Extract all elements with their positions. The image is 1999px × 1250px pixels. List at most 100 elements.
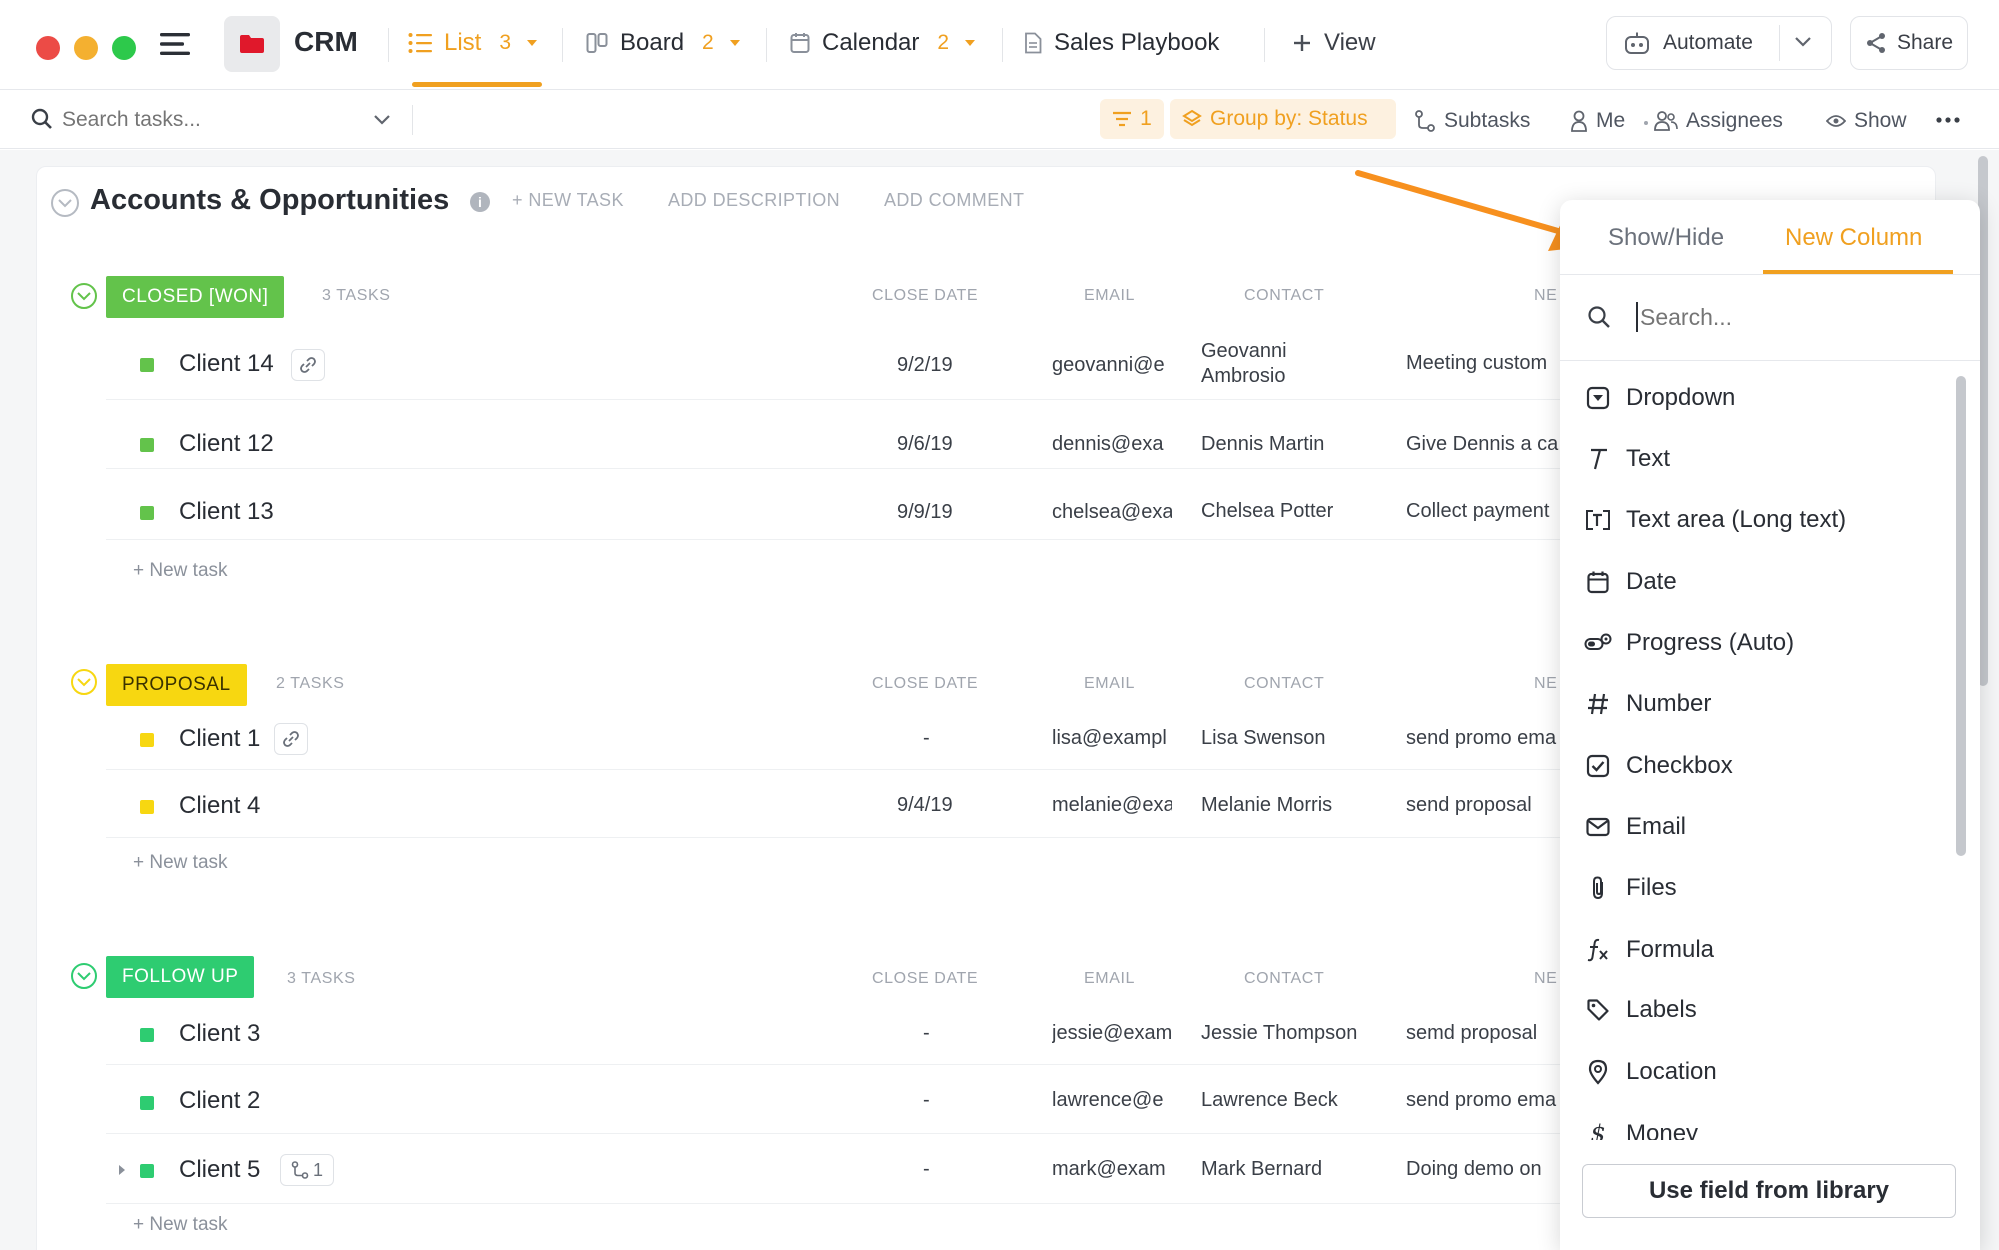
task-next-step[interactable]: Doing demo on xyxy=(1406,1158,1564,1181)
chevron-down-icon[interactable] xyxy=(965,40,976,46)
task-name[interactable]: Client 14 xyxy=(179,350,274,378)
tab-calendar[interactable]: Calendar 2 xyxy=(790,26,976,60)
field-option-text-area[interactable]: Text area (Long text) xyxy=(1584,500,1846,540)
add-view-button[interactable]: View xyxy=(1292,26,1376,60)
status-square[interactable] xyxy=(140,733,154,747)
task-email[interactable]: mark@exam xyxy=(1052,1158,1172,1181)
subtask-count-chip[interactable]: 1 xyxy=(280,1154,334,1186)
chevron-down-icon[interactable] xyxy=(527,40,538,46)
expand-subtasks-icon[interactable] xyxy=(117,1163,127,1177)
add-comment-link[interactable]: ADD COMMENT xyxy=(884,190,1024,211)
field-option-email[interactable]: Email xyxy=(1584,807,1686,847)
field-option-files[interactable]: Files xyxy=(1584,868,1677,908)
table-row[interactable] xyxy=(106,320,1586,400)
task-close-date[interactable]: 9/6/19 xyxy=(897,433,953,456)
assignees-button[interactable]: Assignees xyxy=(1654,105,1783,137)
new-task-button[interactable]: + New task xyxy=(133,1214,228,1236)
task-name[interactable]: Client 1 xyxy=(179,725,260,753)
popup-scrollbar[interactable] xyxy=(1956,376,1966,856)
column-email[interactable]: EMAIL xyxy=(1084,287,1135,305)
collapse-list-icon[interactable] xyxy=(50,188,80,218)
field-option-progress-auto[interactable]: Progress (Auto) xyxy=(1584,623,1794,663)
column-next-step[interactable]: NE xyxy=(1534,675,1557,693)
column-email[interactable]: EMAIL xyxy=(1084,970,1135,988)
add-description-link[interactable]: ADD DESCRIPTION xyxy=(668,190,840,211)
task-name[interactable]: Client 12 xyxy=(179,430,274,458)
column-contact[interactable]: CONTACT xyxy=(1244,675,1324,693)
status-square[interactable] xyxy=(140,358,154,372)
task-email[interactable]: melanie@exa xyxy=(1052,794,1172,817)
task-close-date[interactable]: - xyxy=(923,1022,930,1045)
use-field-from-library-button[interactable]: Use field from library xyxy=(1582,1164,1956,1218)
status-pill-closed-won[interactable]: CLOSED [WON] xyxy=(106,276,285,318)
column-close-date[interactable]: CLOSE DATE xyxy=(872,287,978,305)
task-email[interactable]: lawrence@e xyxy=(1052,1089,1172,1112)
status-square[interactable] xyxy=(140,506,154,520)
tab-board[interactable]: Board 2 xyxy=(586,26,740,60)
group-by-button[interactable]: Group by: Status xyxy=(1170,99,1396,139)
task-contact[interactable]: Lisa Swenson xyxy=(1201,727,1326,750)
task-contact[interactable]: Melanie Morris xyxy=(1201,794,1332,817)
column-email[interactable]: EMAIL xyxy=(1084,675,1135,693)
task-name[interactable]: Client 2 xyxy=(179,1087,260,1115)
table-row[interactable] xyxy=(106,1003,1586,1065)
field-search-input[interactable] xyxy=(1640,300,1940,334)
column-close-date[interactable]: CLOSE DATE xyxy=(872,970,978,988)
table-row[interactable] xyxy=(106,1070,1586,1134)
field-option-date[interactable]: Date xyxy=(1584,562,1677,602)
task-name[interactable]: Client 13 xyxy=(179,498,274,526)
tab-sales-playbook[interactable]: Sales Playbook xyxy=(1024,26,1219,60)
task-contact[interactable]: Geovanni xyxy=(1201,340,1287,363)
task-contact[interactable]: Chelsea Potter xyxy=(1201,500,1333,523)
info-icon[interactable]: i xyxy=(470,192,490,212)
window-close-icon[interactable] xyxy=(36,36,60,60)
chevron-down-icon[interactable] xyxy=(1793,35,1813,49)
status-square[interactable] xyxy=(140,438,154,452)
tab-list[interactable]: List 3 xyxy=(408,26,538,60)
task-email[interactable]: dennis@exa xyxy=(1052,433,1172,456)
chevron-down-icon[interactable] xyxy=(372,113,392,127)
column-next-step[interactable]: NE xyxy=(1534,970,1557,988)
status-square[interactable] xyxy=(140,800,154,814)
status-square[interactable] xyxy=(140,1096,154,1110)
tab-new-column[interactable]: New Column xyxy=(1785,224,1922,252)
tab-show-hide[interactable]: Show/Hide xyxy=(1608,224,1724,252)
field-option-money[interactable]: $ Money xyxy=(1584,1114,1698,1140)
task-next-step[interactable]: send promo ema xyxy=(1406,727,1564,750)
task-email[interactable]: lisa@exampl xyxy=(1052,727,1172,750)
task-contact[interactable]: Jessie Thompson xyxy=(1201,1022,1357,1045)
task-email[interactable]: geovanni@e xyxy=(1052,354,1172,377)
task-next-step[interactable]: send proposal xyxy=(1406,794,1564,817)
filter-button[interactable]: 1 xyxy=(1100,99,1164,139)
task-name[interactable]: Client 4 xyxy=(179,792,260,820)
collapse-group-icon[interactable] xyxy=(70,282,98,310)
chevron-down-icon[interactable] xyxy=(729,40,740,46)
new-task-link[interactable]: + NEW TASK xyxy=(512,190,624,211)
task-close-date[interactable]: - xyxy=(923,1089,930,1112)
show-button[interactable]: Show xyxy=(1826,105,1907,137)
task-contact[interactable]: Mark Bernard xyxy=(1201,1158,1322,1181)
task-close-date[interactable]: - xyxy=(923,727,930,750)
window-minimize-icon[interactable] xyxy=(74,36,98,60)
task-next-step[interactable]: Meeting custom xyxy=(1406,352,1564,375)
task-next-step[interactable]: send promo ema xyxy=(1406,1089,1564,1112)
table-row[interactable] xyxy=(106,403,1586,469)
task-close-date[interactable]: - xyxy=(923,1158,930,1181)
collapse-group-icon[interactable] xyxy=(70,962,98,990)
field-option-formula[interactable]: Formula xyxy=(1584,930,1714,970)
column-next-step[interactable]: NE xyxy=(1534,287,1557,305)
task-contact[interactable]: Dennis Martin xyxy=(1201,433,1324,456)
status-square[interactable] xyxy=(140,1164,154,1178)
field-option-labels[interactable]: Labels xyxy=(1584,990,1697,1030)
automate-button[interactable]: Automate xyxy=(1606,16,1832,70)
table-row[interactable] xyxy=(106,476,1586,540)
task-next-step[interactable]: Give Dennis a ca xyxy=(1406,433,1564,456)
hamburger-menu-icon[interactable] xyxy=(160,32,192,56)
task-email[interactable]: jessie@exam xyxy=(1052,1022,1172,1045)
folder-icon[interactable] xyxy=(224,16,280,72)
field-option-location[interactable]: Location xyxy=(1584,1052,1717,1092)
task-close-date[interactable]: 9/4/19 xyxy=(897,794,953,817)
task-contact-line2[interactable]: Ambrosio xyxy=(1201,365,1285,388)
table-row[interactable] xyxy=(106,774,1586,838)
column-contact[interactable]: CONTACT xyxy=(1244,970,1324,988)
